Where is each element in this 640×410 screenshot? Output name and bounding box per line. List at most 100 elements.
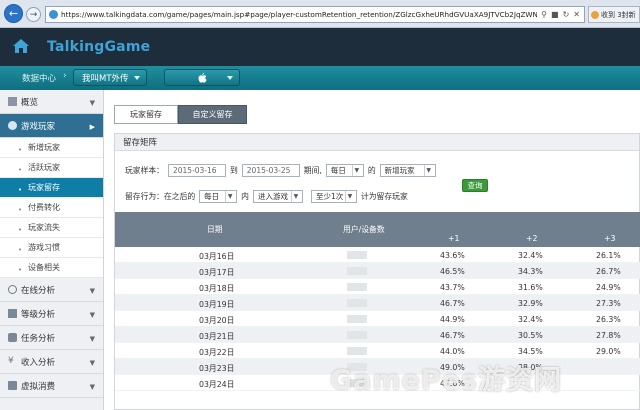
date-to-input[interactable]: 2015-03-25	[241, 164, 300, 177]
sidebar-subitem-paying-conversion[interactable]: • 付费转化	[0, 198, 103, 218]
close-icon[interactable]: ✕	[573, 10, 580, 19]
table-row: 03月17日 46.5% 34.3% 26.7%	[115, 263, 640, 279]
cell-day-3: 26.3%	[596, 315, 621, 324]
task-icon	[8, 333, 17, 342]
cell-users-redacted	[347, 331, 367, 339]
chevron-down-icon: ▼	[89, 311, 95, 319]
tab-label: 收到 3封新	[601, 10, 636, 19]
apple-icon	[198, 72, 207, 83]
panel-title: 留存矩阵	[115, 134, 639, 151]
chevron-down-icon: ▼	[89, 287, 95, 295]
clock-icon	[8, 285, 17, 294]
sidebar-item-label: 等级分析	[21, 309, 56, 320]
sidebar-item-players[interactable]: 游戏玩家 ▶	[0, 114, 103, 138]
sidebar-item-label: 任务分析	[21, 333, 56, 344]
cell-users-redacted	[347, 315, 367, 323]
chevron-down-icon: ▼	[89, 335, 95, 343]
bullet-icon: •	[18, 265, 23, 274]
header-day-1: +1	[448, 234, 460, 243]
sidebar-item-overview[interactable]: 概览 ▼	[0, 90, 103, 114]
sidebar-item-virtual-consumption[interactable]: 虚拟消费 ▼	[0, 374, 103, 398]
bullet-icon: •	[18, 185, 23, 194]
cell-day-3: 24.9%	[596, 283, 621, 292]
home-icon[interactable]	[12, 38, 30, 54]
header-day-3: +3	[604, 234, 616, 243]
query-button[interactable]: 查询	[462, 179, 488, 192]
sidebar-subitem-churn[interactable]: • 玩家流失	[0, 218, 103, 238]
cell-day-1: 44.9%	[440, 315, 465, 324]
platform-selector[interactable]	[164, 69, 240, 86]
chevron-down-icon: ▼	[423, 165, 433, 176]
sidebar-subitem-label: 玩家留存	[28, 183, 60, 192]
cell-date: 03月20日	[199, 316, 235, 325]
breadcrumb[interactable]: 数据中心	[22, 72, 56, 84]
cell-date: 03月21日	[199, 332, 235, 341]
site-favicon-icon	[49, 10, 58, 19]
sidebar: 概览 ▼ 游戏玩家 ▶ • 新增玩家 • 活跃玩家 • 玩家留存 • 付费转化 • 玩家流…	[0, 90, 104, 410]
tab-player-retention[interactable]: 玩家留存	[114, 105, 178, 124]
chevron-down-icon: ▼	[225, 191, 234, 202]
sidebar-item-level[interactable]: 等级分析 ▼	[0, 302, 103, 326]
cell-day-3: 29.0%	[596, 347, 621, 356]
table-header: 日期 用户/设备数 +1 +2 +3	[115, 212, 640, 247]
lock-icon[interactable]: ■	[551, 10, 559, 19]
sidebar-subitem-retention[interactable]: • 玩家留存	[0, 178, 103, 198]
cell-day-1: 43.6%	[440, 251, 465, 260]
sidebar-subitem-active-players[interactable]: • 活跃玩家	[0, 158, 103, 178]
arrow-right-icon: →	[29, 9, 38, 20]
browser-toolbar: ← → https://www.talkingdata.com/game/pag…	[0, 0, 640, 28]
sidebar-item-online[interactable]: 在线分析 ▼	[0, 278, 103, 302]
period-select[interactable]: 每日 ▼	[325, 164, 364, 177]
cell-day-2: 34.3%	[518, 267, 543, 276]
sidebar-item-revenue[interactable]: ¥ 收入分析 ▼	[0, 350, 103, 374]
cell-date: 03月22日	[199, 348, 235, 357]
cell-date: 03月24日	[199, 380, 235, 389]
table-row: 03月19日 46.7% 32.9% 27.3%	[115, 295, 640, 311]
chevron-down-icon: ▼	[89, 383, 95, 391]
cell-users-redacted	[347, 283, 367, 291]
cell-users-redacted	[347, 299, 367, 307]
game-selector[interactable]: 我叫MT外传	[73, 69, 147, 86]
back-button[interactable]: ←	[4, 4, 23, 23]
sidebar-subitem-label: 游戏习惯	[28, 243, 60, 252]
action-value: 进入游戏	[257, 192, 288, 201]
tab-custom-retention[interactable]: 自定义留存	[178, 105, 247, 124]
of-label: 的	[367, 166, 376, 175]
sample-label: 玩家样本：	[125, 166, 164, 175]
cell-day-3: 27.8%	[596, 331, 621, 340]
sidebar-subitem-devices[interactable]: • 设备相关	[0, 258, 103, 278]
behavior-label: 留存行为：在之后的	[125, 192, 196, 201]
cell-day-2: 32.9%	[518, 299, 543, 308]
sidebar-subitem-new-players[interactable]: • 新增玩家	[0, 138, 103, 158]
behavior-period-value: 每日	[204, 192, 220, 201]
sidebar-subitem-label: 设备相关	[28, 263, 60, 272]
sidebar-item-label: 概览	[21, 97, 39, 108]
bullet-icon: •	[18, 145, 23, 154]
sidebar-item-task[interactable]: 任务分析 ▼	[0, 326, 103, 350]
period-label: 期间,	[303, 166, 322, 175]
user-icon	[8, 121, 17, 130]
address-bar[interactable]: https://www.talkingdata.com/game/pages/m…	[45, 6, 585, 23]
behavior-period-select[interactable]: 每日 ▼	[199, 190, 238, 203]
cell-date: 03月16日	[199, 252, 235, 261]
cell-day-2: 34.5%	[518, 347, 543, 356]
search-icon[interactable]: ⚲	[541, 10, 547, 19]
sidebar-item-label: 在线分析	[21, 285, 56, 296]
refresh-icon[interactable]: ↻	[563, 10, 570, 19]
chevron-down-icon: ▼	[344, 191, 354, 202]
chevron-down-icon: ▼	[89, 359, 95, 367]
player-type-value: 新增玩家	[384, 166, 415, 175]
forward-button[interactable]: →	[26, 7, 41, 22]
date-from-input[interactable]: 2015-03-16	[167, 164, 226, 177]
table-row: 03月18日 43.7% 31.6% 24.9%	[115, 279, 640, 295]
sidebar-subitem-habits[interactable]: • 游戏习惯	[0, 238, 103, 258]
table-row: 03月21日 46.7% 30.5% 27.8%	[115, 327, 640, 343]
browser-tab[interactable]: 收到 3封新	[588, 6, 640, 23]
cell-day-2: 31.6%	[518, 283, 543, 292]
header-users: 用户/设备数	[343, 225, 385, 234]
sidebar-item-label: 游戏玩家	[21, 121, 56, 132]
cell-date: 03月17日	[199, 268, 235, 277]
action-select[interactable]: 进入游戏 ▼	[252, 190, 303, 203]
player-type-select[interactable]: 新增玩家 ▼	[379, 164, 436, 177]
frequency-select[interactable]: 至少1次 ▼	[310, 190, 357, 203]
